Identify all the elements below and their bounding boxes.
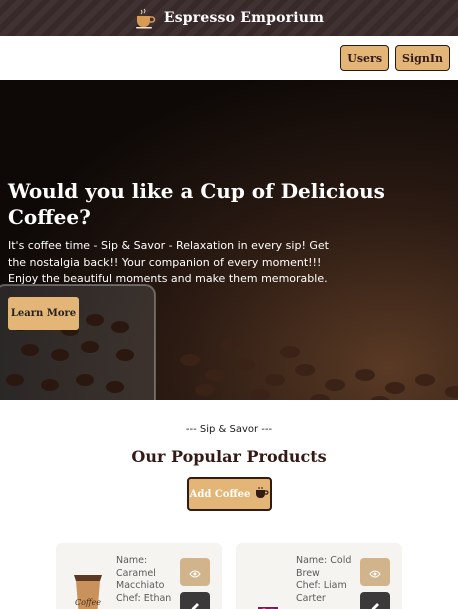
- product-card: Coffee Name: Caramel Macchiato Chef: Eth…: [56, 543, 222, 609]
- section-subtitle: --- Sip & Savor ---: [185, 424, 273, 435]
- site-title: Espresso Emporium: [163, 10, 325, 26]
- edit-button[interactable]: [180, 592, 210, 609]
- product-chef: Chef: Ethan: [116, 592, 172, 604]
- view-button[interactable]: [360, 558, 390, 586]
- edit-button[interactable]: [360, 592, 390, 609]
- product-chef: Chef: Liam Carter: [296, 580, 347, 604]
- signin-button[interactable]: SignIn: [395, 45, 450, 71]
- coffee-cup-logo-icon: [134, 7, 156, 29]
- iced-coffee-cup-image: [258, 607, 278, 609]
- pencil-icon: [190, 597, 200, 609]
- product-card: Name: Cold Brew Chef: Liam Carter: [236, 543, 402, 609]
- site-header: Espresso Emporium: [0, 0, 458, 36]
- top-nav: Users SignIn: [0, 36, 458, 80]
- product-actions: [180, 558, 210, 609]
- users-button[interactable]: Users: [340, 45, 390, 71]
- coffee-cup-image: Coffee: [74, 575, 102, 609]
- product-name: Name: Caramel Macchiato: [116, 555, 165, 591]
- eye-icon: [369, 563, 381, 582]
- eye-icon: [189, 563, 201, 582]
- section-title: Our Popular Products: [131, 447, 327, 466]
- product-info: Name: Cold Brew Chef: Liam Carter: [296, 555, 354, 605]
- hero-banner: Would you like a Cup of Delicious Coffee…: [0, 80, 458, 400]
- view-button[interactable]: [180, 558, 210, 586]
- hero-description: It's coffee time - Sip & Savor - Relaxat…: [8, 239, 329, 285]
- hero-content: Would you like a Cup of Delicious Coffee…: [8, 178, 388, 330]
- learn-more-button[interactable]: Learn More: [8, 296, 79, 330]
- cup-label: Coffee: [75, 598, 101, 607]
- product-name: Name: Cold Brew: [296, 555, 352, 579]
- product-info: Name: Caramel Macchiato Chef: Ethan: [116, 555, 174, 605]
- product-actions: [360, 558, 390, 609]
- coffee-cup-icon: [255, 486, 269, 502]
- add-coffee-button[interactable]: Add Coffee: [187, 477, 272, 511]
- pencil-icon: [370, 597, 380, 609]
- hero-title: Would you like a Cup of Delicious Coffee…: [8, 179, 385, 229]
- add-coffee-label: Add Coffee: [189, 488, 251, 500]
